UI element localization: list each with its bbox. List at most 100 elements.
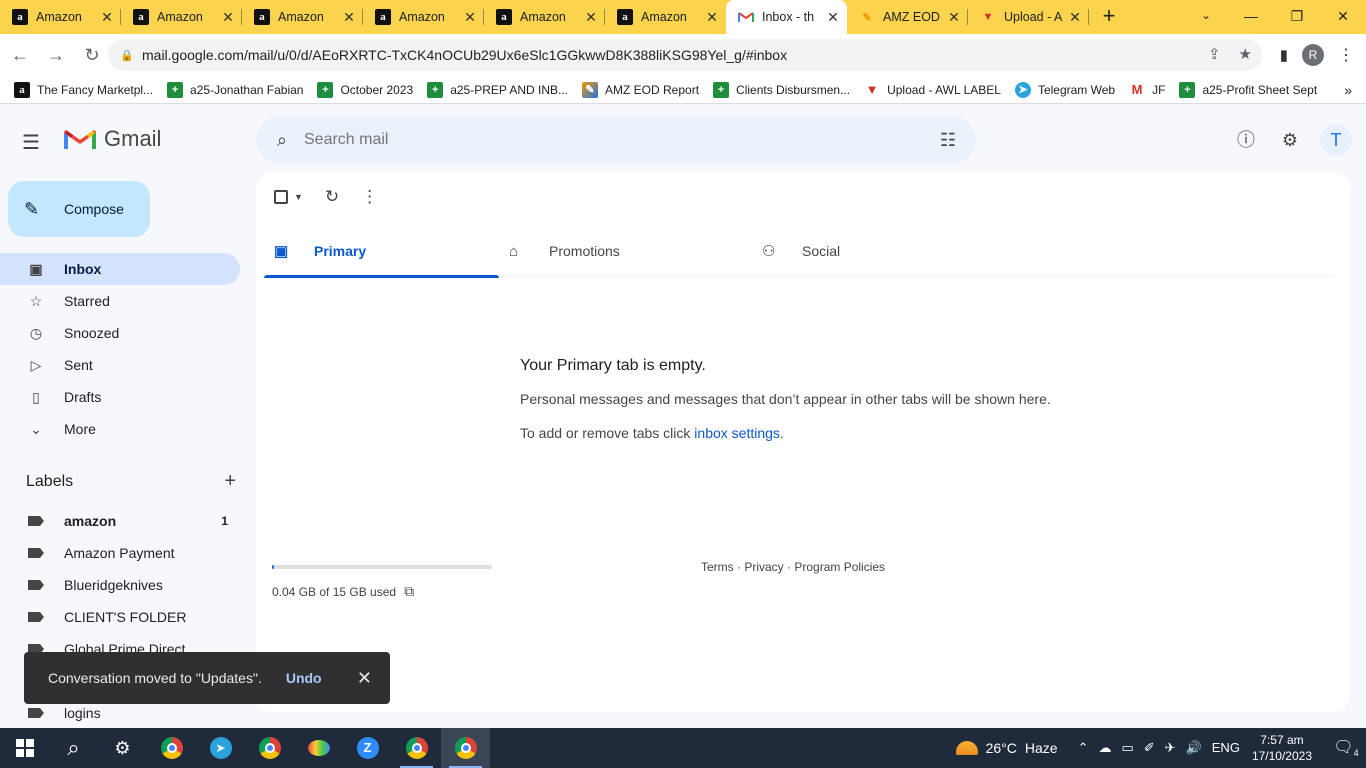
refresh-icon[interactable]: ↻ (325, 187, 339, 207)
weather-widget[interactable]: 26°C Haze (955, 740, 1058, 756)
close-tab-icon[interactable]: ✕ (460, 9, 480, 26)
chrome-icon[interactable] (245, 728, 294, 768)
browser-tab[interactable]: a Amazon ✕ (605, 0, 726, 34)
bookmark[interactable]: + October 2023 (317, 81, 413, 98)
windows-start-icon[interactable] (0, 728, 49, 768)
bookmarks-overflow-icon[interactable]: » (1344, 82, 1352, 98)
account-avatar[interactable]: T (1320, 124, 1352, 156)
browser-tab[interactable]: a Amazon ✕ (0, 0, 121, 34)
sidebar-item-drafts[interactable]: ▯ Drafts (0, 381, 240, 413)
terms-link[interactable]: Terms (701, 560, 734, 574)
bookmark[interactable]: ➤ Telegram Web (1014, 81, 1115, 98)
select-dropdown[interactable]: ▼ (274, 190, 303, 204)
close-tab-icon[interactable]: ✕ (339, 9, 359, 26)
close-tab-icon[interactable]: ✕ (581, 9, 601, 26)
search-input[interactable] (304, 131, 926, 149)
lock-icon[interactable]: 🔒 (120, 49, 134, 62)
browser-tab[interactable]: a Amazon ✕ (121, 0, 242, 34)
network-icon[interactable]: ✈ (1165, 740, 1176, 756)
program-policies-link[interactable]: Program Policies (794, 560, 885, 574)
browser-tab[interactable]: a Amazon ✕ (363, 0, 484, 34)
bookmark[interactable]: a The Fancy Marketpl... (14, 81, 153, 98)
clock[interactable]: 7:57 am 17/10/2023 (1252, 732, 1312, 764)
close-tab-icon[interactable]: ✕ (702, 9, 722, 26)
minimize-icon[interactable]: — (1228, 0, 1274, 32)
forward-icon[interactable]: → (40, 39, 72, 71)
label-item[interactable]: amazon 1 (0, 505, 240, 537)
empty-hint: To add or remove tabs click inbox settin… (520, 425, 1051, 441)
chrome-window-icon[interactable] (392, 728, 441, 768)
back-icon[interactable]: ← (4, 39, 36, 71)
bookmark[interactable]: + a25-PREP AND INB... (427, 81, 568, 98)
language-indicator[interactable]: ENG (1212, 740, 1240, 756)
add-label-icon[interactable]: + (224, 471, 236, 491)
onedrive-cloud-icon[interactable]: ☁ (1098, 740, 1111, 756)
paint-icon[interactable] (294, 728, 343, 768)
share-icon[interactable]: ⇪ (1208, 45, 1221, 63)
label-item[interactable]: Amazon Payment (0, 537, 240, 569)
sidebar-item-inbox[interactable]: ▣ Inbox (0, 253, 240, 285)
undo-button[interactable]: Undo (286, 670, 322, 686)
zoom-icon[interactable]: Z (343, 728, 392, 768)
select-all-checkbox[interactable] (274, 190, 288, 204)
close-window-icon[interactable]: ✕ (1320, 0, 1366, 32)
new-tab-button[interactable]: + (1089, 0, 1129, 34)
reload-icon[interactable]: ↻ (76, 39, 108, 71)
external-link-icon[interactable]: ⧉ (404, 583, 414, 600)
search-icon[interactable]: ⌕ (49, 728, 98, 768)
caret-down-icon[interactable]: ▼ (294, 192, 303, 202)
close-tab-icon[interactable]: ✕ (944, 9, 964, 26)
inbox-settings-link[interactable]: inbox settings (694, 425, 780, 441)
close-icon[interactable]: ✕ (357, 668, 372, 689)
tab-promotions[interactable]: ⌂ Promotions (499, 225, 752, 277)
bookmark[interactable]: + Clients Disbursmen... (713, 81, 850, 98)
sidebar-item-more[interactable]: ⌄ More (0, 413, 240, 445)
address-bar[interactable]: 🔒 mail.google.com/mail/u/0/d/AEoRXRTC-Tx… (108, 39, 1262, 71)
chevron-up-icon[interactable]: ⌃ (1078, 740, 1089, 756)
telegram-icon[interactable]: ➤ (196, 728, 245, 768)
gmail-logo[interactable]: Gmail (64, 126, 161, 152)
browser-tab[interactable]: ✎ AMZ EOD ✕ (847, 0, 968, 34)
close-tab-icon[interactable]: ✕ (1065, 9, 1085, 26)
browser-tab[interactable]: a Amazon ✕ (242, 0, 363, 34)
tab-primary[interactable]: ▣ Primary (264, 225, 499, 278)
sidebar-item-sent[interactable]: ▷ Sent (0, 349, 240, 381)
meet-icon[interactable]: ▭ (1121, 740, 1133, 756)
volume-icon[interactable]: 🔊 (1186, 740, 1202, 756)
bookmark[interactable]: M JF (1129, 82, 1166, 98)
tab-social[interactable]: ⚇ Social (752, 225, 987, 277)
profile-avatar[interactable]: R (1302, 44, 1324, 66)
help-icon[interactable]: ⓘ (1232, 126, 1260, 154)
tab-search-icon[interactable]: ⌄ (1194, 0, 1218, 32)
compose-button[interactable]: ✎ Compose (8, 181, 150, 237)
settings-gear-icon[interactable]: ⚙ (1276, 126, 1304, 154)
chrome-profile-icon[interactable] (147, 728, 196, 768)
bookmark[interactable]: ✎ AMZ EOD Report (582, 81, 699, 98)
chrome-menu-icon[interactable]: ⋮ (1338, 45, 1354, 65)
bookmark[interactable]: + a25-Jonathan Fabian (167, 81, 303, 98)
sidebar-item-starred[interactable]: ☆ Starred (0, 285, 240, 317)
search-icon[interactable]: ⌕ (260, 130, 304, 151)
browser-tab[interactable]: ▼ Upload - A ✕ (968, 0, 1089, 34)
label-item[interactable]: Blueridgeknives (0, 569, 240, 601)
search-options-icon[interactable]: ☷ (926, 130, 970, 151)
main-menu-icon[interactable]: ☰ (22, 130, 50, 155)
chrome-window-active-icon[interactable] (441, 728, 490, 768)
close-tab-icon[interactable]: ✕ (97, 9, 117, 26)
label-item[interactable]: CLIENT'S FOLDER (0, 601, 240, 633)
pen-icon[interactable]: ✐ (1144, 740, 1155, 756)
bookmark-star-icon[interactable]: ★ (1239, 45, 1252, 63)
settings-icon[interactable]: ⚙ (98, 728, 147, 768)
restore-icon[interactable]: ❐ (1274, 0, 1320, 32)
sidebar-item-snoozed[interactable]: ◷ Snoozed (0, 317, 240, 349)
notifications-icon[interactable]: 🗨4 (1326, 737, 1366, 758)
browser-tab-active[interactable]: Inbox - th ✕ (726, 0, 847, 34)
browser-tab[interactable]: a Amazon ✕ (484, 0, 605, 34)
close-tab-icon[interactable]: ✕ (823, 9, 843, 26)
bookmark[interactable]: + a25-Profit Sheet Sept (1179, 81, 1317, 98)
close-tab-icon[interactable]: ✕ (218, 9, 238, 26)
bookmark[interactable]: ▼ Upload - AWL LABEL (864, 82, 1001, 98)
privacy-link[interactable]: Privacy (744, 560, 783, 574)
more-options-icon[interactable]: ⋮ (361, 187, 378, 207)
side-panel-icon[interactable]: ▮ (1280, 46, 1288, 64)
